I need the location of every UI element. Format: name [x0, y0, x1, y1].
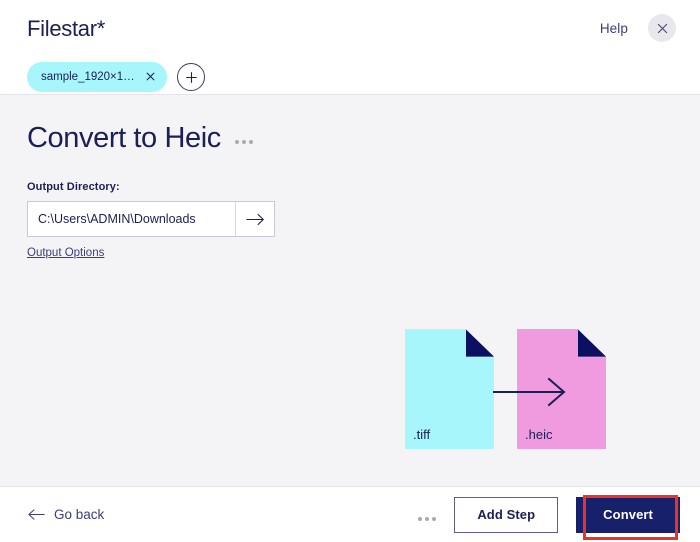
- plus-icon: [185, 71, 198, 84]
- ellipsis-icon[interactable]: [418, 509, 436, 521]
- close-icon[interactable]: [146, 71, 155, 83]
- app-header: Filestar* Help sample_1920×12…: [0, 0, 700, 95]
- page-title: Convert to Heic: [27, 121, 221, 155]
- header-actions: Help: [600, 14, 676, 42]
- file-chip-label: sample_1920×12…: [41, 71, 137, 83]
- convert-button[interactable]: Convert: [576, 497, 680, 533]
- add-file-button[interactable]: [177, 63, 205, 91]
- footer-toolbar: Go back Add Step Convert: [0, 486, 700, 542]
- file-chips-row: sample_1920×12…: [24, 62, 676, 92]
- output-directory-field: [27, 201, 275, 237]
- go-back-button[interactable]: Go back: [28, 507, 104, 522]
- target-file-extension: .heic: [525, 427, 552, 442]
- ellipsis-icon[interactable]: [235, 132, 253, 144]
- arrow-right-icon: [493, 377, 571, 407]
- output-directory-input[interactable]: [28, 202, 235, 236]
- arrow-left-icon: [28, 508, 45, 521]
- conversion-illustration: .tiff .heic: [405, 329, 618, 453]
- go-back-label: Go back: [54, 507, 104, 522]
- conversion-arrow: [493, 377, 571, 407]
- close-icon: [657, 23, 668, 34]
- footer-actions: Add Step Convert: [418, 497, 680, 533]
- output-options-link[interactable]: Output Options: [27, 247, 104, 259]
- page-title-row: Convert to Heic: [27, 121, 676, 155]
- arrow-right-icon: [246, 212, 265, 227]
- page-fold-icon: [578, 329, 606, 357]
- output-directory-label: Output Directory:: [27, 181, 676, 193]
- browse-directory-button[interactable]: [235, 202, 274, 236]
- add-step-button[interactable]: Add Step: [454, 497, 558, 533]
- source-file-icon: .tiff: [405, 329, 494, 449]
- app-brand-title: Filestar*: [24, 16, 105, 42]
- close-window-button[interactable]: [648, 14, 676, 42]
- header-top-row: Filestar* Help: [24, 16, 676, 52]
- page-fold-icon: [466, 329, 494, 357]
- filestar-window: Filestar* Help sample_1920×12…: [0, 0, 700, 542]
- source-file-extension: .tiff: [413, 427, 430, 442]
- file-chip[interactable]: sample_1920×12…: [27, 62, 167, 92]
- help-link[interactable]: Help: [600, 21, 628, 36]
- main-content: Convert to Heic Output Directory: Output…: [0, 95, 700, 486]
